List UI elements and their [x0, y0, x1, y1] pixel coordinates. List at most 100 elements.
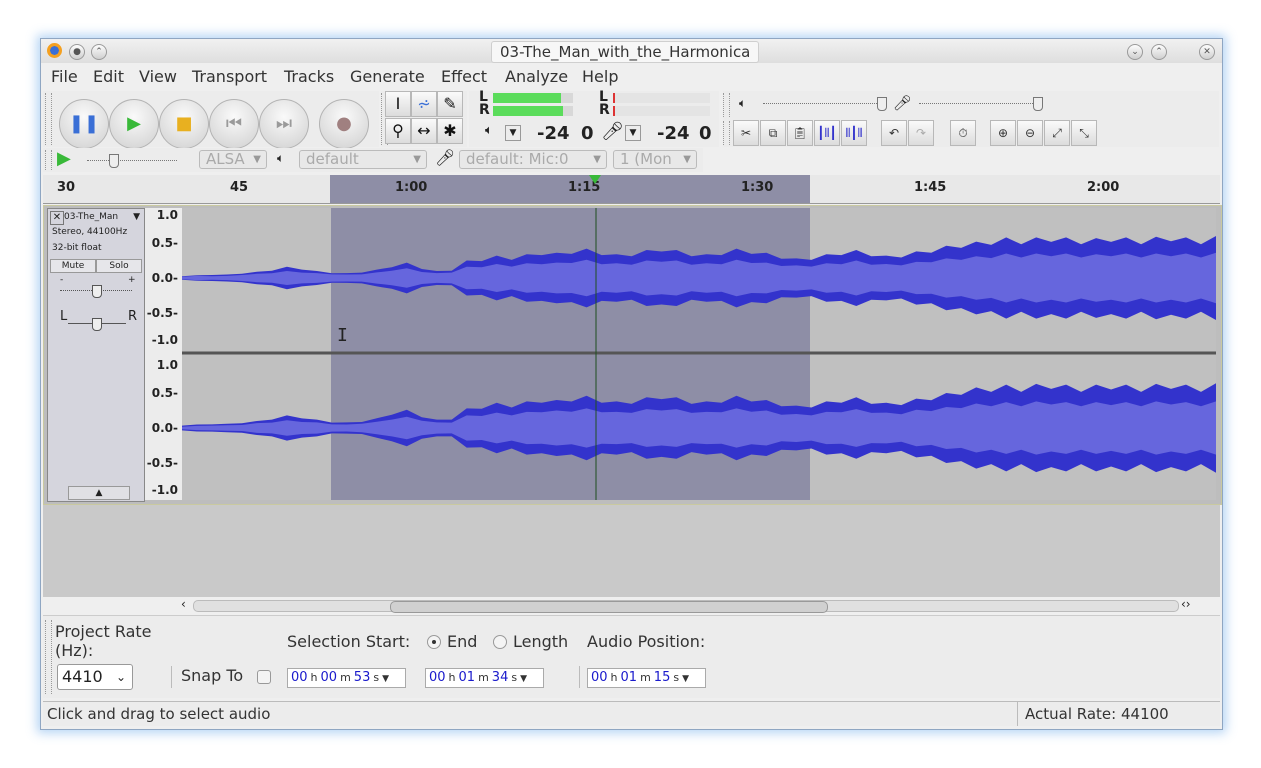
- snap-to-checkbox[interactable]: [257, 670, 271, 684]
- waveform-display[interactable]: I: [182, 208, 1216, 500]
- end-radio[interactable]: [427, 635, 441, 649]
- gain-slider-thumb[interactable]: [92, 285, 102, 298]
- time-minutes: 01: [458, 670, 476, 685]
- draw-tool-icon[interactable]: ✎: [437, 91, 463, 117]
- envelope-tool-icon[interactable]: ⩫: [411, 91, 437, 117]
- track-name-menu[interactable]: 03-The_Man ▼: [64, 211, 140, 223]
- play-icon: ▶: [127, 113, 141, 134]
- length-radio[interactable]: [493, 635, 507, 649]
- mute-button[interactable]: Mute: [50, 259, 96, 273]
- selection-start-label: Selection Start:: [287, 632, 411, 651]
- time-seconds: 53: [353, 670, 371, 685]
- menu-generate[interactable]: Generate: [350, 67, 425, 86]
- selection-end-time[interactable]: 00 h 01 m 34 s ▼: [425, 668, 544, 688]
- playback-device-value: default: [306, 150, 359, 168]
- input-volume-slider[interactable]: [919, 97, 1043, 111]
- chevron-down-icon: ▼: [253, 154, 261, 165]
- gain-slider[interactable]: [60, 285, 132, 298]
- silence-icon[interactable]: ⫴┃⫴: [841, 120, 867, 146]
- play-button[interactable]: ▶: [109, 99, 159, 149]
- skip-end-button[interactable]: ⏭: [259, 99, 309, 149]
- scroll-track[interactable]: [193, 600, 1179, 613]
- timeline-ruler[interactable]: 30 45 1:00 1:15 1:30 1:45 2:00: [43, 175, 1220, 204]
- trim-icon[interactable]: ┃⫴┃: [814, 120, 840, 146]
- project-rate-label: Project Rate (Hz):: [55, 622, 152, 660]
- zoom-in-icon[interactable]: ⊕: [990, 120, 1016, 146]
- playback-meter-menu[interactable]: ▼: [505, 125, 521, 141]
- end-label: End: [447, 632, 478, 651]
- scroll-thumb[interactable]: [390, 601, 828, 613]
- play-speed-slider[interactable]: [87, 154, 177, 168]
- timeshift-tool-icon[interactable]: ↔: [411, 118, 437, 144]
- chevron-down-icon: ▼: [682, 674, 689, 684]
- stop-button[interactable]: ■: [159, 99, 209, 149]
- menu-effect[interactable]: Effect: [441, 67, 487, 86]
- selection-start-time[interactable]: 00 h 00 m 53 s ▼: [287, 668, 406, 688]
- menu-view[interactable]: View: [139, 67, 177, 86]
- keep-above-icon[interactable]: ⌃: [91, 44, 107, 60]
- audio-host-select[interactable]: ALSA ▼: [199, 150, 267, 169]
- skip-start-button[interactable]: ⏮: [209, 99, 259, 149]
- multi-tool-icon[interactable]: ✱: [437, 118, 463, 144]
- collapse-track-button[interactable]: ▲: [68, 486, 130, 500]
- record-button[interactable]: ●: [319, 99, 369, 149]
- record-meter-menu[interactable]: ▼: [625, 125, 641, 141]
- fit-project-icon[interactable]: ⤡: [1071, 120, 1097, 146]
- scale-bottom-2: 0.5-: [151, 386, 178, 400]
- unit-s: s: [673, 671, 680, 684]
- close-button[interactable]: ✕: [1199, 44, 1215, 60]
- cut-icon[interactable]: ✂: [733, 120, 759, 146]
- copy-icon[interactable]: ⧉: [760, 120, 786, 146]
- title-bar: ● ⌃ 03-The_Man_with_the_Harmonica ⌄ ⌃ ✕: [41, 39, 1222, 63]
- unit-h: h: [310, 671, 318, 684]
- time-hours: 00: [291, 670, 308, 685]
- undo-icon[interactable]: ↶: [881, 120, 907, 146]
- solo-button[interactable]: Solo: [96, 259, 142, 273]
- recording-channels-value: 1 (Mon: [620, 150, 672, 168]
- fit-selection-icon[interactable]: ⤢: [1044, 120, 1070, 146]
- pan-slider-thumb[interactable]: [92, 318, 102, 331]
- project-rate-select[interactable]: 4410 ⌄: [57, 664, 133, 690]
- menu-transport[interactable]: Transport: [192, 67, 267, 86]
- play-at-speed-icon[interactable]: ▶: [57, 148, 71, 169]
- output-volume-slider[interactable]: [763, 97, 887, 111]
- pan-slider[interactable]: [68, 318, 126, 331]
- unit-m: m: [640, 671, 651, 684]
- menu-edit[interactable]: Edit: [93, 67, 124, 86]
- zoom-out-icon[interactable]: ⊖: [1017, 120, 1043, 146]
- playhead-marker-icon[interactable]: [589, 175, 601, 184]
- track-close-button[interactable]: ✕: [50, 211, 64, 225]
- scroll-right-icon[interactable]: ‹›: [1181, 597, 1191, 611]
- selection-tool-icon[interactable]: I: [385, 91, 411, 117]
- audacity-logo-icon: [47, 43, 62, 58]
- empty-track-space[interactable]: [43, 505, 1220, 597]
- recording-device-select[interactable]: default: Mic:0 ▼: [459, 150, 607, 169]
- playback-device-icon: 🔈︎: [277, 151, 285, 165]
- minimize-dot-icon[interactable]: ●: [69, 44, 85, 60]
- sync-lock-icon[interactable]: ⏱: [950, 120, 976, 146]
- scroll-left-icon[interactable]: ‹: [181, 597, 186, 611]
- menu-help[interactable]: Help: [582, 67, 618, 86]
- zoom-tool-icon[interactable]: ⚲: [385, 118, 411, 144]
- playback-device-select[interactable]: default ▼: [299, 150, 427, 169]
- audio-position-time[interactable]: 00 h 01 m 15 s ▼: [587, 668, 706, 688]
- speaker-icon: 🔈︎: [485, 123, 493, 138]
- window-title: 03-The_Man_with_the_Harmonica: [491, 41, 760, 63]
- maximize-button[interactable]: ⌃: [1151, 44, 1167, 60]
- menu-tracks[interactable]: Tracks: [284, 67, 334, 86]
- text-cursor-icon: I: [337, 325, 348, 346]
- record-zero-label: 0: [581, 123, 594, 144]
- chevron-down-icon: ▼: [593, 154, 601, 165]
- chevron-down-icon: ⌄: [115, 670, 126, 684]
- horizontal-scrollbar[interactable]: ‹ ‹›: [181, 597, 1217, 613]
- redo-icon[interactable]: ↷: [908, 120, 934, 146]
- recording-channels-select[interactable]: 1 (Mon ▼: [613, 150, 697, 169]
- minimize-button[interactable]: ⌄: [1127, 44, 1143, 60]
- menu-file[interactable]: File: [51, 67, 78, 86]
- paste-icon[interactable]: 📋︎: [787, 120, 813, 146]
- divider: [171, 666, 172, 688]
- menu-analyze[interactable]: Analyze: [505, 67, 568, 86]
- pause-button[interactable]: ❚❚: [59, 99, 109, 149]
- status-bar: Click and drag to select audio Actual Ra…: [43, 701, 1220, 726]
- transport-toolbar: ❚❚ ▶ ■ ⏮ ⏭ ●: [43, 91, 379, 149]
